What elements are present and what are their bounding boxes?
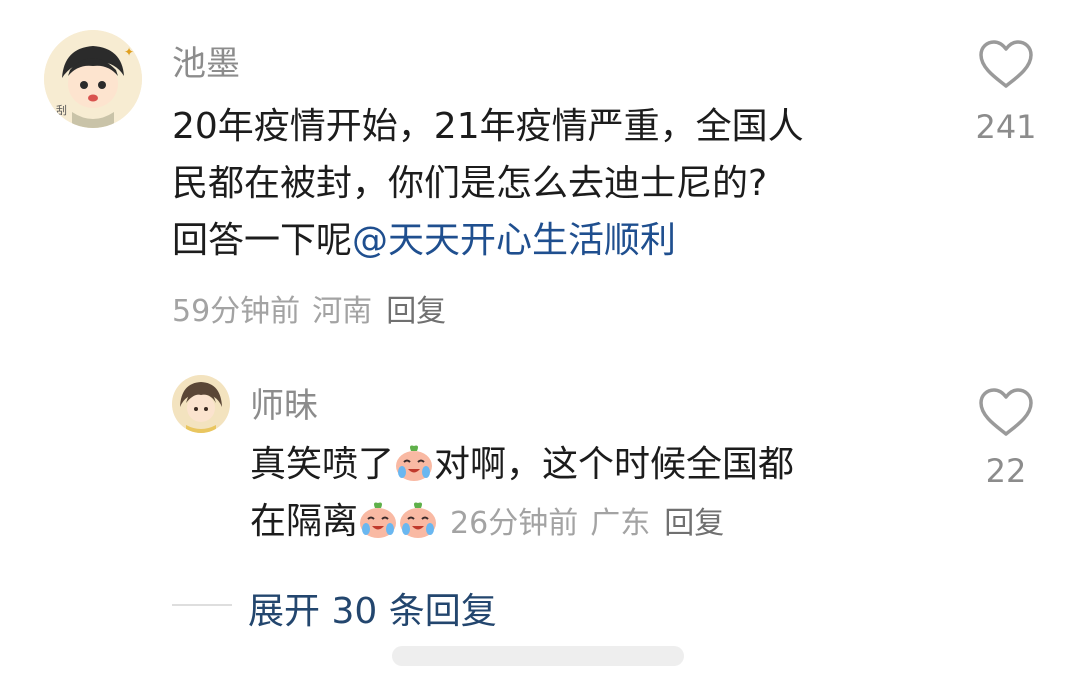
reply-like-count: 22 bbox=[985, 452, 1027, 490]
comment-location: 河南 bbox=[312, 294, 373, 329]
svg-text:刮: 刮 bbox=[56, 103, 67, 117]
comment-like-button[interactable]: 241 bbox=[956, 38, 1056, 148]
reply-text-c: 在隔离 bbox=[250, 501, 359, 542]
crying-laughing-peach-emoji-icon bbox=[396, 445, 433, 481]
heart-outline-icon bbox=[979, 388, 1033, 436]
avatar-image: ✦ 刮 bbox=[44, 30, 142, 128]
reply-text-b: 对啊，这个时候全国都 bbox=[434, 444, 795, 485]
reply-text: 真笑喷了 对啊，这个时候全国都 在隔离 26分钟前 广东 回复 bbox=[250, 436, 950, 552]
mention-link[interactable]: @天天开心生活顺利 bbox=[352, 220, 676, 261]
expand-replies-button[interactable]: 展开 30 条回复 bbox=[248, 582, 497, 634]
reply-text-line-1: 真笑喷了 对啊，这个时候全国都 bbox=[250, 436, 950, 493]
comment-reply-button[interactable]: 回复 bbox=[386, 294, 446, 329]
comment-text: 20年疫情开始，21年疫情严重，全国人 民都在被封，你们是怎么去迪士尼的? 回答… bbox=[172, 98, 932, 269]
reply-time: 26分钟前 bbox=[450, 506, 579, 541]
reply-username[interactable]: 师昧 bbox=[250, 378, 318, 427]
reply-text-a: 真笑喷了 bbox=[250, 444, 395, 485]
reply-like-button[interactable]: 22 bbox=[956, 386, 1056, 496]
reply-text-line-2: 在隔离 26分钟前 广东 回复 bbox=[250, 493, 950, 552]
comment-text-line-3: 回答一下呢@天天开心生活顺利 bbox=[172, 212, 932, 269]
reply-avatar[interactable] bbox=[172, 375, 230, 433]
comment-text-line-2: 民都在被封，你们是怎么去迪士尼的? bbox=[172, 163, 768, 204]
crying-laughing-peach-emoji-icon bbox=[400, 502, 437, 538]
svg-text:✦: ✦ bbox=[124, 45, 134, 59]
heart-outline-icon bbox=[979, 40, 1033, 88]
comment-like-count: 241 bbox=[975, 108, 1037, 146]
reply-location: 广东 bbox=[590, 506, 651, 541]
reply-avatar-image bbox=[172, 375, 230, 433]
avatar[interactable]: ✦ 刮 bbox=[44, 30, 142, 128]
reply-reply-button[interactable]: 回复 bbox=[664, 506, 724, 541]
comment-meta: 59分钟前 河南 回复 bbox=[172, 286, 446, 330]
watermark bbox=[392, 646, 684, 666]
comment-time: 59分钟前 bbox=[172, 294, 301, 329]
reply-meta: 26分钟前 广东 回复 bbox=[450, 506, 724, 541]
expand-divider bbox=[172, 604, 232, 606]
crying-laughing-peach-emoji-icon bbox=[360, 502, 397, 538]
comment-username[interactable]: 池墨 bbox=[172, 36, 240, 85]
comment-text-prefix: 回答一下呢 bbox=[172, 220, 353, 261]
comment-text-line-1: 20年疫情开始，21年疫情严重，全国人 bbox=[172, 106, 804, 147]
